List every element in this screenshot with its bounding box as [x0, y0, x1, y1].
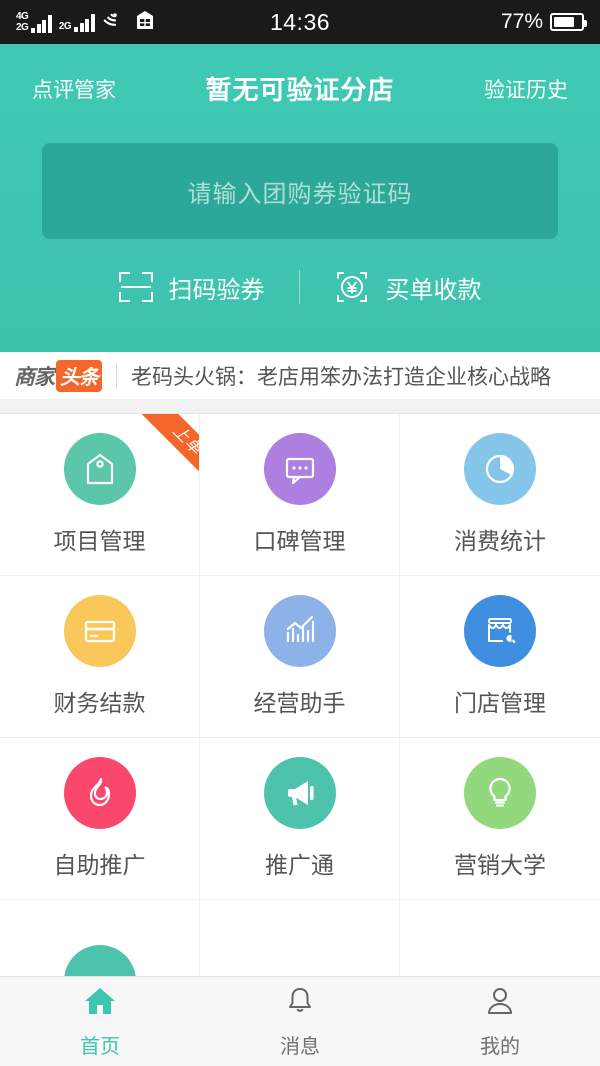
collect-payment-label: 买单收款 [385, 276, 482, 304]
header-nav: 点评管家 暂无可验证分店 验证历史 [0, 44, 600, 107]
grid-item-label: 项目管理 [53, 528, 146, 554]
verification-history-link[interactable]: 验证历史 [484, 74, 568, 104]
storefront-wrench-icon [464, 595, 536, 667]
feature-grid: 项目管理 上单口碑管理 消费统计财务结款 经营助手 门店管理自助推广 推广通 营销大学 [0, 414, 600, 976]
merchant-news-logo: 商家 头条 [14, 359, 102, 392]
news-logo-part2: 头条 [56, 359, 102, 392]
flame-icon [63, 757, 136, 829]
partial-row-icon [63, 944, 136, 976]
home-icon [83, 985, 117, 1022]
grid-item-label: 财务结款 [53, 690, 146, 716]
coupon-code-input[interactable]: 请输入团购券验证码 [42, 143, 558, 239]
grid-item[interactable]: 经营助手 [200, 576, 400, 738]
grid-item[interactable]: 项目管理 上单 [0, 414, 200, 576]
merchant-news-banner[interactable]: 商家 头条 老码头火锅：老店用笨办法打造企业核心战略 [0, 352, 600, 400]
grid-item-label: 消费统计 [454, 528, 546, 554]
tab-messages[interactable]: 消息 [200, 985, 400, 1059]
pie-chart-icon [464, 433, 536, 505]
feature-grid-scroll[interactable]: 项目管理 上单口碑管理 消费统计财务结款 经营助手 门店管理自助推广 推广通 营销大学 [0, 414, 600, 976]
section-gap [0, 400, 600, 414]
status-bar: 4G 2G 2G 14:36 77% [0, 0, 600, 44]
tab-messages-label: 消息 [280, 1035, 320, 1058]
speech-bubble-icon [263, 433, 336, 505]
app-screen: 4G 2G 2G 14:36 77% 点评管家 暂无可验证分店 验证历史 请输入… [0, 0, 600, 1066]
bell-icon [284, 985, 316, 1022]
tab-home-label: 首页 [80, 1035, 120, 1058]
person-icon [484, 985, 516, 1022]
grid-item[interactable]: 消费统计 [400, 414, 600, 576]
bar-chart-icon [263, 595, 336, 667]
verification-header: 点评管家 暂无可验证分店 验证历史 请输入团购券验证码 扫码验券 买单收款 [0, 44, 600, 352]
credit-card-icon [63, 595, 136, 667]
header-brand-label[interactable]: 点评管家 [32, 74, 116, 104]
lightbulb-icon [464, 757, 536, 829]
new-badge-label: 上单 [135, 414, 199, 493]
grid-item-label: 营销大学 [454, 852, 546, 878]
grid-item-partial[interactable] [200, 900, 400, 976]
grid-item-label: 经营助手 [253, 690, 346, 716]
grid-item-partial[interactable] [0, 900, 200, 976]
collect-payment-button[interactable]: 买单收款 [300, 269, 516, 305]
grid-item[interactable]: 推广通 [200, 738, 400, 900]
grid-item-label: 口碑管理 [253, 528, 346, 554]
grid-item[interactable]: 门店管理 [400, 576, 600, 738]
tab-profile[interactable]: 我的 [400, 985, 600, 1059]
news-logo-part1: 商家 [14, 365, 55, 389]
battery-icon [550, 13, 587, 31]
news-headline[interactable]: 老码头火锅：老店用笨办法打造企业核心战略 [131, 361, 551, 391]
megaphone-icon [263, 757, 336, 829]
news-divider [116, 362, 117, 389]
scan-coupon-label: 扫码验券 [168, 276, 265, 304]
grid-item-partial[interactable] [400, 900, 600, 976]
grid-item[interactable]: 自助推广 [0, 738, 200, 900]
new-badge-ribbon: 上单 [115, 414, 199, 498]
scan-code-icon [118, 272, 153, 302]
scan-coupon-button[interactable]: 扫码验券 [85, 270, 299, 305]
grid-item[interactable]: 口碑管理 [200, 414, 400, 576]
header-action-row: 扫码验券 买单收款 [0, 269, 600, 305]
status-bar-clock: 14:36 [269, 8, 331, 35]
grid-item-label: 门店管理 [454, 690, 546, 716]
grid-item-label: 推广通 [265, 852, 334, 878]
bottom-tab-bar: 首页 消息 我的 [0, 976, 600, 1066]
page-title[interactable]: 暂无可验证分店 [205, 70, 394, 107]
tab-profile-label: 我的 [480, 1035, 520, 1058]
grid-item[interactable]: 财务结款 [0, 576, 200, 738]
grid-item-label: 自助推广 [53, 852, 146, 878]
tab-home[interactable]: 首页 [0, 985, 200, 1059]
yuan-scan-icon [334, 269, 370, 305]
grid-item[interactable]: 营销大学 [400, 738, 600, 900]
